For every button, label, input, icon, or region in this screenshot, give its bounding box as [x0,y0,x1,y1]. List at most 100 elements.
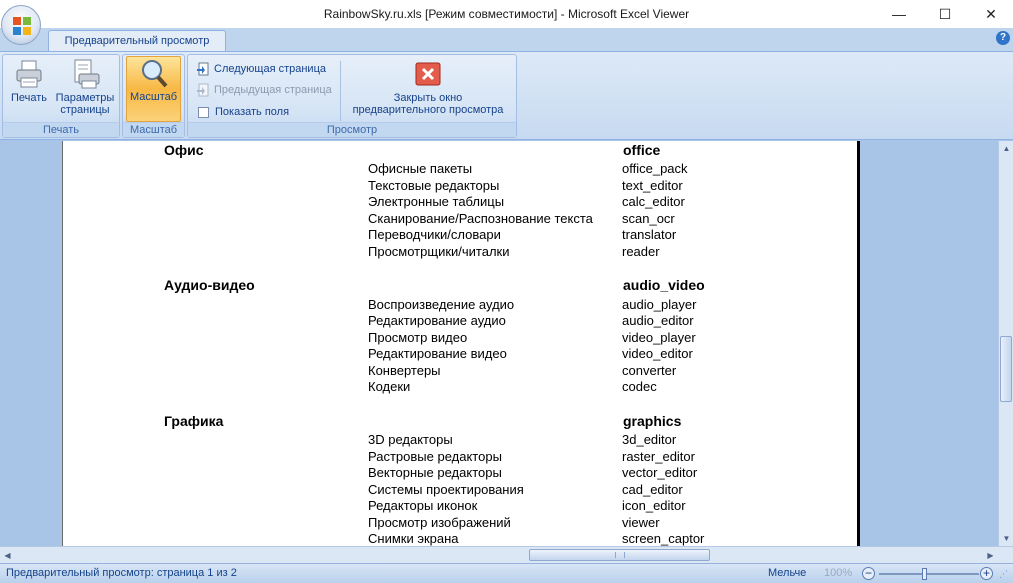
title-bar: RainbowSky.ru.xls [Режим совместимости] … [0,0,1013,28]
list-item-en: codec [622,379,657,394]
zoom-group-label: Масштаб [123,122,184,137]
zoom-button[interactable]: Масштаб [126,56,181,122]
category-label-en: office [623,142,661,158]
list-item-en: audio_editor [622,313,694,328]
zoom-slider-knob[interactable] [922,568,927,580]
office-button[interactable] [1,5,41,45]
ribbon: Печать Параметры страницы Печать Масштаб… [0,51,1013,140]
office-logo-icon [13,17,31,35]
list-item-ru: Просмотр изображений [368,515,511,530]
vertical-scrollbar[interactable]: ▲ ▼ [998,141,1013,546]
close-preview-icon [415,62,441,86]
list-item-ru: Конвертеры [368,363,441,378]
list-item-ru: Воспроизведение аудио [368,297,515,312]
list-item-ru: Редактирование видео [368,346,507,361]
list-item-en: icon_editor [622,498,686,513]
maximize-button[interactable]: ☐ [922,0,968,28]
list-item-ru: Сканирование/Распознование текста [368,211,593,226]
zoom-label: Масштаб [129,91,178,103]
category-label-ru: Офис [164,142,204,158]
page-setup-button[interactable]: Параметры страницы [51,58,119,122]
scroll-right-icon[interactable]: ▶ [983,548,998,563]
list-item-ru: Снимки экрана [368,531,459,546]
list-item-en: scan_ocr [622,211,675,226]
list-item-en: video_player [622,330,696,345]
list-item-en: raster_editor [622,449,695,464]
zoom-group: Масштаб Масштаб [122,54,185,138]
list-item-en: office_pack [622,161,688,176]
print-button[interactable]: Печать [7,58,51,122]
previous-page-icon [197,83,209,97]
window-title: RainbowSky.ru.xls [Режим совместимости] … [323,7,690,21]
print-group: Печать Параметры страницы Печать [2,54,120,138]
zoom-slider-track[interactable] [879,573,979,575]
close-window-button[interactable]: ✕ [968,0,1013,28]
previous-page-button[interactable]: Предыдущая страница [196,81,332,99]
zoom-plus-button[interactable]: + [980,567,993,580]
list-item-en: 3d_editor [622,432,677,447]
checkbox-box[interactable] [198,106,209,118]
list-item-en: translator [622,227,677,242]
list-item-ru: Редактирование аудио [368,313,506,328]
printer-icon [16,60,42,88]
page-setup-label-2: страницы [60,104,110,116]
list-item-ru: Системы проектирования [368,482,524,497]
scroll-up-icon[interactable]: ▲ [999,141,1013,156]
show-margins-label: Показать поля [215,106,290,118]
zoom-minus-button[interactable]: − [862,567,875,580]
list-item-ru: Просмотр видео [368,330,468,345]
preview-workspace: Офис office Офисные пакеты office_pack Т… [0,141,998,546]
scroll-left-icon[interactable]: ◀ [0,548,15,563]
group-separator [340,61,341,121]
scroll-grip-icon [615,552,625,558]
list-item-en: cad_editor [622,482,683,497]
scroll-down-icon[interactable]: ▼ [999,531,1013,546]
category-label-ru: Аудио-видео [164,277,255,293]
list-item-ru: Офисные пакеты [368,161,473,176]
list-item-ru: Переводчики/словари [368,227,501,242]
minimize-button[interactable]: — [876,0,922,28]
previous-page-label: Предыдущая страница [214,84,332,96]
magnifier-icon [141,60,167,88]
list-item-ru: Редакторы иконок [368,498,478,513]
tab-print-preview[interactable]: Предварительный просмотр [48,30,226,52]
list-item-en: calc_editor [622,194,685,209]
list-item-en: reader [622,244,660,259]
vertical-scroll-thumb[interactable] [1000,336,1012,402]
list-item-ru: Кодеки [368,379,411,394]
list-item-ru: Растровые редакторы [368,449,502,464]
next-page-button[interactable]: Следующая страница [196,60,326,78]
list-item-ru: 3D редакторы [368,432,453,447]
list-item-ru: Текстовые редакторы [368,178,500,193]
list-item-en: video_editor [622,346,693,361]
list-item-en: viewer [622,515,660,530]
list-item-en: screen_captor [622,531,705,546]
print-label: Печать [10,92,48,104]
zoom-percent[interactable]: 100% [824,567,852,579]
close-preview-label-2: предварительного просмотра [352,104,504,116]
next-page-label: Следующая страница [214,63,326,75]
status-text: Предварительный просмотр: страница 1 из … [6,567,237,579]
list-item-en: converter [622,363,677,378]
zoom-out-label[interactable]: Мельче [768,567,806,579]
list-item-ru: Векторные редакторы [368,465,502,480]
category-label-en: graphics [623,413,682,429]
close-preview-button[interactable]: Закрыть окно предварительного просмотра [343,58,513,122]
show-margins-checkbox[interactable]: Показать поля [196,103,289,121]
list-item-en: text_editor [622,178,683,193]
preview-group-label: Просмотр [188,122,516,137]
ribbon-tab-row: Предварительный просмотр [0,28,1013,52]
category-label-ru: Графика [164,413,224,429]
status-bar: Предварительный просмотр: страница 1 из … [0,563,1013,583]
page-setup-icon [74,59,100,89]
resize-grip-icon[interactable]: ⋰ [999,569,1011,581]
help-icon[interactable]: ? [996,31,1010,45]
next-page-icon [197,62,209,76]
horizontal-scrollbar[interactable]: ◀ ▶ [0,546,1013,563]
list-item-en: vector_editor [622,465,698,480]
list-item-en: audio_player [622,297,697,312]
preview-page[interactable]: Офис office Офисные пакеты office_pack Т… [62,141,860,546]
list-item-ru: Просмотрщики/читалки [368,244,510,259]
close-preview-label-1: Закрыть окно [393,92,463,104]
preview-group: Следующая страница Предыдущая страница П… [187,54,517,138]
